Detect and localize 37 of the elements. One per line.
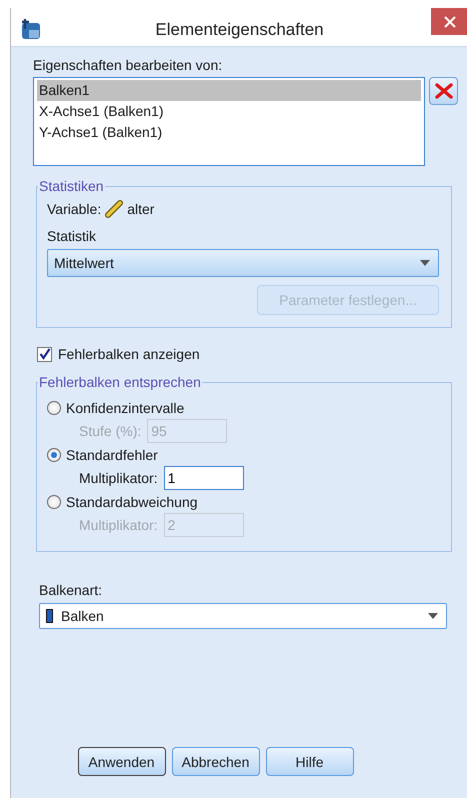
group-title: Fehlerbalken entsprechen <box>38 374 202 390</box>
cross-icon <box>434 83 453 99</box>
radio-button[interactable] <box>47 448 61 462</box>
bar-icon <box>46 609 53 623</box>
close-button[interactable] <box>431 8 467 35</box>
dialog-button[interactable]: Abbrechen <box>172 747 260 776</box>
variable-name: alter <box>127 201 154 217</box>
dialog-button[interactable]: Anwenden <box>78 747 166 776</box>
statistic-label: Statistik <box>47 228 98 244</box>
dropdown-arrow-icon <box>428 613 438 619</box>
bar-type-label: Balkenart: <box>39 582 104 598</box>
radio-label: Standardfehler <box>66 447 158 463</box>
radio-label: Konfidenzintervalle <box>66 400 184 416</box>
input-field[interactable]: 1 <box>164 466 244 490</box>
list-item[interactable]: X-Achse1 (Balken1) <box>37 101 422 122</box>
list-item[interactable]: Y-Achse1 (Balken1) <box>37 122 422 143</box>
ruler-icon <box>105 200 124 218</box>
app-icon <box>21 18 41 40</box>
close-icon <box>444 16 456 28</box>
statistic-dropdown[interactable]: Mittelwert <box>47 249 439 277</box>
checkbox[interactable] <box>37 346 52 362</box>
checkbox-label: Fehlerbalken anzeigen <box>58 346 200 362</box>
variable-label: Variable: <box>47 201 102 217</box>
field-label: Stufe (%): <box>79 423 142 439</box>
dialog-button[interactable]: Hilfe <box>266 747 354 776</box>
list-item[interactable]: Balken1 <box>37 80 422 101</box>
delete-button[interactable] <box>429 77 458 105</box>
radio-button[interactable] <box>47 495 61 509</box>
radio-button[interactable] <box>47 401 61 415</box>
field-label: Multiplikator: <box>79 470 158 486</box>
group-title: Statistiken <box>38 178 105 194</box>
radio-label: Standardabweichung <box>66 494 198 510</box>
field-label: Multiplikator: <box>79 517 158 533</box>
bar-type-dropdown[interactable]: Balken <box>39 603 447 629</box>
window-title: Elementeigenschaften <box>154 19 325 40</box>
dropdown-arrow-icon <box>420 260 430 266</box>
list-label: Eigenschaften bearbeiten von: <box>33 57 224 73</box>
